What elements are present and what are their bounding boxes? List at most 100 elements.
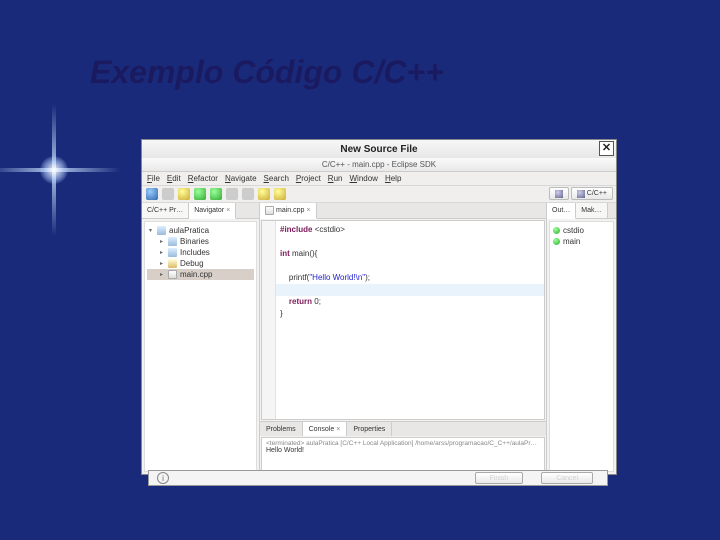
perspective-label: C/C++ <box>587 190 607 197</box>
menu-window[interactable]: Window <box>349 174 377 183</box>
tree-debug[interactable]: ▸ Debug <box>147 258 254 269</box>
search-icon[interactable] <box>226 188 238 200</box>
tab-close-icon[interactable]: × <box>336 426 340 433</box>
expand-icon[interactable]: ▸ <box>158 260 165 267</box>
outline-item-main[interactable]: main <box>553 236 610 247</box>
work-area: C/C++ Pr… Navigator× ▾ aulaPratica ▸ Bin… <box>142 203 616 474</box>
perspective-cpp-button[interactable]: C/C++ <box>571 187 613 200</box>
perspective-icon <box>555 190 563 198</box>
tab-label: Navigator <box>194 207 224 214</box>
tab-label: C/C++ Pr… <box>147 207 183 214</box>
expand-icon[interactable]: ▸ <box>158 238 165 245</box>
center-panel: main.cpp × #include <cstdio> int main(){… <box>260 203 546 474</box>
cpp-perspective-icon <box>577 190 585 198</box>
include-icon <box>553 227 560 234</box>
perspective-switcher: C/C++ <box>549 187 613 200</box>
tree-label: Debug <box>180 259 204 268</box>
file-icon <box>265 206 274 215</box>
folder-icon <box>168 248 177 257</box>
console-output: Hello World! <box>266 447 540 454</box>
tab-label: Out… <box>552 207 570 214</box>
menu-refactor[interactable]: Refactor <box>188 174 218 183</box>
folder-icon <box>168 237 177 246</box>
tab-make[interactable]: Mak… <box>576 203 607 218</box>
menu-search[interactable]: Search <box>264 174 289 183</box>
tab-label: main.cpp <box>276 207 304 214</box>
menu-run[interactable]: Run <box>328 174 343 183</box>
menubar: File Edit Refactor Navigate Search Proje… <box>142 172 616 186</box>
new-icon[interactable] <box>146 188 158 200</box>
modal-titlebar: New Source File ✕ <box>142 140 616 158</box>
toolbar: C/C++ <box>142 186 616 203</box>
code-content: #include <cstdio> int main(){ printf("He… <box>280 224 526 320</box>
eclipse-ide-window: C/C++ - main.cpp - Eclipse SDK File Edit… <box>142 158 616 474</box>
print-icon[interactable] <box>242 188 254 200</box>
save-icon[interactable] <box>162 188 174 200</box>
build-icon[interactable] <box>178 188 190 200</box>
open-perspective-button[interactable] <box>549 187 569 200</box>
modal-window: New Source File ✕ C/C++ - main.cpp - Ecl… <box>141 139 617 475</box>
tab-properties[interactable]: Properties <box>347 422 392 436</box>
project-icon <box>157 226 166 235</box>
editor-gutter <box>262 221 276 419</box>
tab-close-icon[interactable]: × <box>226 207 230 214</box>
tree-main-cpp[interactable]: ▸ main.cpp <box>147 269 254 280</box>
tree-label: main.cpp <box>180 270 212 279</box>
project-tree[interactable]: ▾ aulaPratica ▸ Binaries ▸ Includes <box>144 221 257 472</box>
debug-icon[interactable] <box>210 188 222 200</box>
expand-icon: ▸ <box>158 271 165 278</box>
tab-console[interactable]: Console× <box>303 422 348 436</box>
tab-label: Console <box>309 426 335 433</box>
run-icon[interactable] <box>194 188 206 200</box>
tree-label: Binaries <box>180 237 209 246</box>
modal-title-text: New Source File <box>340 144 417 155</box>
ide-window-title: C/C++ - main.cpp - Eclipse SDK <box>142 158 616 172</box>
function-icon <box>553 238 560 245</box>
menu-file[interactable]: File <box>147 174 160 183</box>
right-panel: Out… Mak… cstdio main <box>546 203 616 474</box>
tab-problems[interactable]: Problems <box>260 422 303 436</box>
tab-cpp-projects[interactable]: C/C++ Pr… <box>142 203 189 218</box>
tab-label: Properties <box>353 426 385 433</box>
editor-tab-main[interactable]: main.cpp × <box>260 203 317 219</box>
nav-back-icon[interactable] <box>258 188 270 200</box>
dialog-footer-partial: i Finish Cancel <box>148 470 608 486</box>
tree-label: Includes <box>180 248 210 257</box>
tree-binaries[interactable]: ▸ Binaries <box>147 236 254 247</box>
outline-view[interactable]: cstdio main <box>549 221 614 472</box>
right-tabs: Out… Mak… <box>547 203 616 219</box>
outline-item-cstdio[interactable]: cstdio <box>553 225 610 236</box>
close-button[interactable]: ✕ <box>599 141 614 156</box>
tab-navigator[interactable]: Navigator× <box>189 203 236 219</box>
expand-icon[interactable]: ▸ <box>158 249 165 256</box>
tree-root[interactable]: ▾ aulaPratica <box>147 225 254 236</box>
menu-navigate[interactable]: Navigate <box>225 174 257 183</box>
tab-outline[interactable]: Out… <box>547 203 576 219</box>
code-editor[interactable]: #include <cstdio> int main(){ printf("He… <box>261 220 545 420</box>
lens-flare-center <box>40 156 68 184</box>
menu-help[interactable]: Help <box>385 174 401 183</box>
finish-button[interactable]: Finish <box>475 472 524 484</box>
console-view[interactable]: <terminated> aulaPratica [C/C++ Local Ap… <box>261 437 545 473</box>
left-panel: C/C++ Pr… Navigator× ▾ aulaPratica ▸ Bin… <box>142 203 260 474</box>
file-icon <box>168 270 177 279</box>
editor-tabs: main.cpp × <box>260 203 546 219</box>
cancel-button[interactable]: Cancel <box>541 472 593 484</box>
left-tabs: C/C++ Pr… Navigator× <box>142 203 259 219</box>
folder-icon <box>168 259 177 268</box>
expand-icon[interactable]: ▾ <box>147 227 154 234</box>
menu-edit[interactable]: Edit <box>167 174 181 183</box>
tree-includes[interactable]: ▸ Includes <box>147 247 254 258</box>
menu-project[interactable]: Project <box>296 174 321 183</box>
tree-label: aulaPratica <box>169 226 209 235</box>
tab-close-icon[interactable]: × <box>306 207 310 214</box>
bottom-tabs: Problems Console× Properties <box>260 421 546 436</box>
tab-label: Mak… <box>581 207 601 214</box>
outline-label: cstdio <box>563 226 584 235</box>
slide-title: Exemplo Código C/C++ <box>90 54 444 91</box>
nav-fwd-icon[interactable] <box>274 188 286 200</box>
console-header: <terminated> aulaPratica [C/C++ Local Ap… <box>266 440 540 447</box>
tab-label: Problems <box>266 426 296 433</box>
outline-label: main <box>563 237 580 246</box>
lens-flare-decoration <box>14 130 94 210</box>
